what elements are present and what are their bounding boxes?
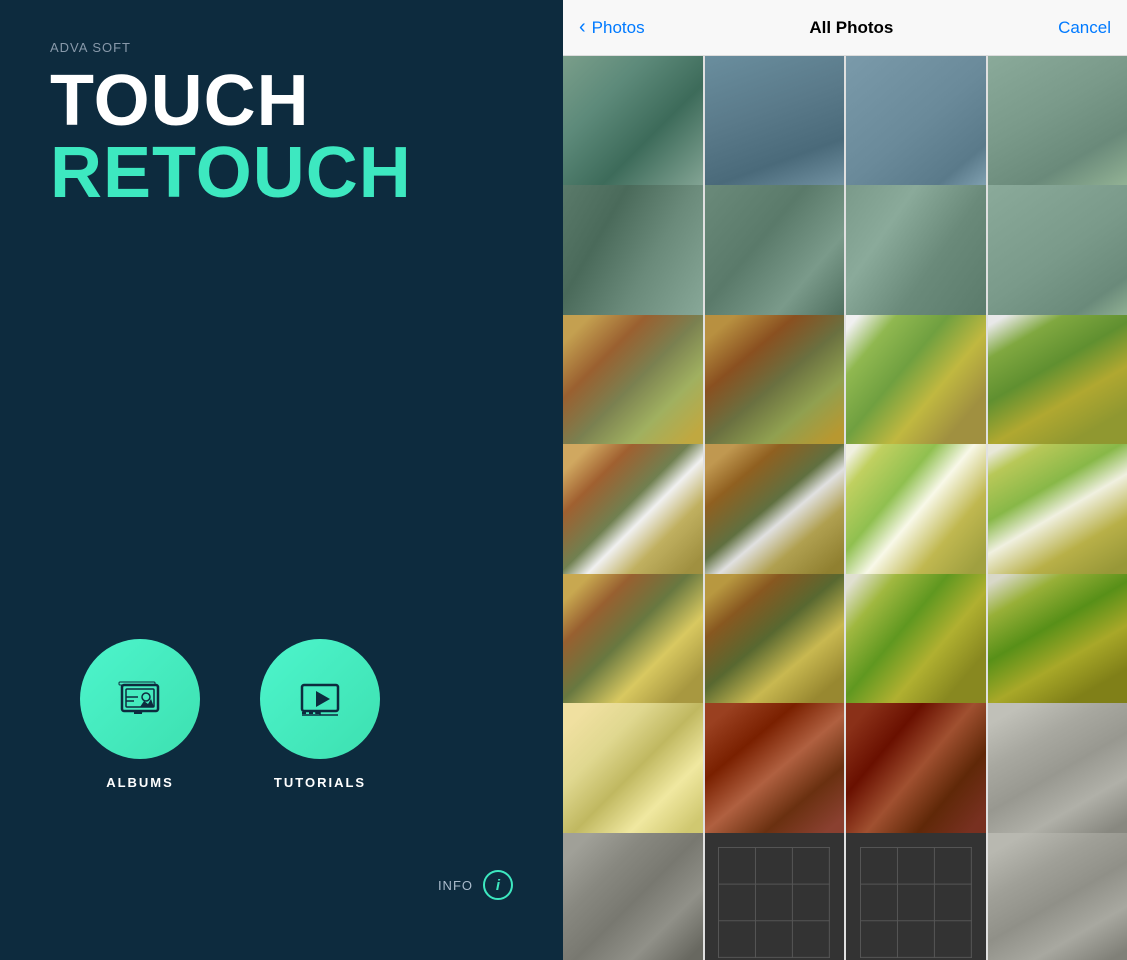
photo-cell-18[interactable] bbox=[705, 574, 845, 714]
albums-circle bbox=[80, 639, 200, 759]
photo-cell-25[interactable] bbox=[563, 833, 703, 960]
photo-cell-20[interactable] bbox=[988, 574, 1127, 714]
app-title: TOUCH RETOUCH bbox=[50, 65, 513, 209]
left-panel: ADVA SOFT TOUCH RETOUCH ALBUMS bbox=[0, 0, 563, 960]
tutorials-circle bbox=[260, 639, 380, 759]
nav-bar: ‹ Photos All Photos Cancel bbox=[563, 0, 1127, 56]
tutorials-label: TUTORIALS bbox=[274, 775, 366, 790]
info-text: INFO bbox=[438, 878, 473, 893]
right-panel: ‹ Photos All Photos Cancel bbox=[563, 0, 1127, 960]
photo-cell-23[interactable] bbox=[846, 703, 986, 843]
photo-cell-17[interactable] bbox=[563, 574, 703, 714]
info-row: INFO i bbox=[50, 870, 513, 900]
photo-cell-12[interactable] bbox=[988, 315, 1127, 455]
photo-cell-19[interactable] bbox=[846, 574, 986, 714]
photo-cell-10[interactable] bbox=[705, 315, 845, 455]
buttons-row: ALBUMS TUTORIALS bbox=[50, 639, 513, 790]
brand-name: ADVA SOFT bbox=[50, 40, 513, 55]
albums-icon bbox=[116, 675, 164, 723]
cancel-button[interactable]: Cancel bbox=[1058, 18, 1111, 38]
photo-cell-8[interactable] bbox=[988, 185, 1127, 325]
app-title-touch: TOUCH bbox=[50, 65, 513, 137]
photo-cell-16[interactable] bbox=[988, 444, 1127, 584]
photo-cell-3[interactable] bbox=[846, 56, 986, 196]
albums-label: ALBUMS bbox=[106, 775, 174, 790]
photo-cell-2[interactable] bbox=[705, 56, 845, 196]
photo-cell-21[interactable] bbox=[563, 703, 703, 843]
photo-cell-11[interactable] bbox=[846, 315, 986, 455]
photo-cell-4[interactable] bbox=[988, 56, 1127, 196]
info-button[interactable]: i bbox=[483, 870, 513, 900]
photo-cell-24[interactable] bbox=[988, 703, 1127, 843]
photo-grid bbox=[563, 56, 1127, 960]
photo-cell-6[interactable] bbox=[705, 185, 845, 325]
photo-cell-13[interactable] bbox=[563, 444, 703, 584]
photo-cell-26[interactable] bbox=[705, 833, 845, 960]
photo-cell-22[interactable] bbox=[705, 703, 845, 843]
photo-cell-5[interactable] bbox=[563, 185, 703, 325]
photo-cell-15[interactable] bbox=[846, 444, 986, 584]
tutorials-icon bbox=[296, 675, 344, 723]
app-title-retouch: RETOUCH bbox=[50, 137, 513, 209]
tutorials-button[interactable]: TUTORIALS bbox=[260, 639, 380, 790]
back-label: Photos bbox=[592, 18, 645, 38]
photo-cell-7[interactable] bbox=[846, 185, 986, 325]
photo-cell-1[interactable] bbox=[563, 56, 703, 196]
photo-cell-28[interactable] bbox=[988, 833, 1127, 960]
back-chevron-icon: ‹ bbox=[579, 16, 586, 39]
albums-button[interactable]: ALBUMS bbox=[80, 639, 200, 790]
photo-cell-9[interactable] bbox=[563, 315, 703, 455]
photo-cell-27[interactable] bbox=[846, 833, 986, 960]
nav-title: All Photos bbox=[809, 18, 893, 38]
photo-cell-14[interactable] bbox=[705, 444, 845, 584]
back-button[interactable]: ‹ Photos bbox=[579, 16, 645, 39]
